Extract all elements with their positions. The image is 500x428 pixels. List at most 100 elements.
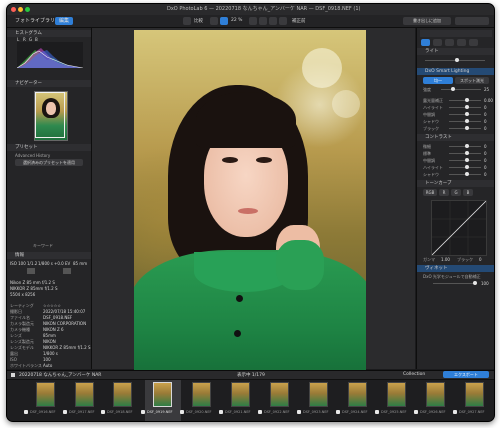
tab-photo-library[interactable]: フォトライブラリ	[11, 17, 59, 25]
slider-knob[interactable]	[465, 165, 469, 169]
contrast-value-3[interactable]: 0	[484, 165, 487, 170]
filmstrip-thumbnail[interactable]	[36, 382, 55, 407]
thumbnail-checkbox[interactable]	[414, 410, 418, 414]
color-tab-icon[interactable]	[433, 39, 442, 46]
filmstrip-thumbnail[interactable]	[426, 382, 445, 407]
zoom-level[interactable]: 22 %	[231, 18, 242, 23]
thumbnail-checkbox[interactable]	[297, 410, 301, 414]
slider-knob[interactable]	[465, 105, 469, 109]
slider-knob[interactable]	[465, 112, 469, 116]
curve-control-value-1[interactable]: 0	[479, 257, 482, 262]
contrast-slider-2[interactable]	[449, 158, 481, 162]
before-after-button[interactable]: 補正前	[292, 18, 306, 24]
grid-icon[interactable]	[259, 17, 267, 25]
intensity-slider[interactable]	[441, 87, 481, 91]
thumbnail-checkbox[interactable]	[63, 410, 67, 414]
thumbnail-checkbox[interactable]	[101, 410, 105, 414]
info-header[interactable]: 情報	[7, 252, 91, 259]
filmstrip-thumbnail[interactable]	[231, 382, 250, 407]
curve-channel-g[interactable]: G	[451, 189, 461, 196]
contrast-value-4[interactable]: 0	[484, 172, 487, 177]
local-tab-icon[interactable]	[469, 39, 478, 46]
slider-knob[interactable]	[465, 158, 469, 162]
geometry-tab-icon[interactable]	[457, 39, 466, 46]
tone-value-3[interactable]: 0	[484, 119, 487, 124]
compare-button[interactable]: 比較	[194, 18, 203, 24]
curve-channel-r[interactable]: R	[439, 189, 449, 196]
slider-knob[interactable]	[465, 119, 469, 123]
contrast-value-2[interactable]: 0	[484, 158, 487, 163]
vignetting-intensity[interactable]: 100	[481, 281, 489, 286]
brush-icon[interactable]	[269, 17, 277, 25]
thumbnail-checkbox[interactable]	[336, 410, 340, 414]
slider-knob[interactable]	[465, 172, 469, 176]
tone-curve-header[interactable]: トーンカーブ	[417, 180, 494, 187]
vignetting-header[interactable]: ヴィネット	[417, 265, 494, 272]
vignetting-source[interactable]: DxO 光学モジュールで自動補正	[423, 274, 481, 280]
exposure-slider[interactable]	[425, 58, 485, 62]
contrast-slider-1[interactable]	[449, 151, 481, 155]
filmstrip-thumbnail[interactable]	[309, 382, 328, 407]
slider-knob[interactable]	[465, 144, 469, 148]
crop-icon[interactable]	[183, 17, 191, 25]
contrast-value-1[interactable]: 0	[484, 151, 487, 156]
meta-value-0[interactable]: ☆☆☆☆☆	[43, 303, 61, 308]
rotate-icon[interactable]	[210, 17, 218, 25]
add-to-export-button[interactable]: 書き出しに追加	[403, 17, 451, 25]
filmstrip-thumbnail[interactable]	[387, 382, 406, 407]
curve-control-value-0[interactable]: 1.00	[441, 257, 450, 262]
image-viewer[interactable]	[92, 28, 415, 370]
presets-header[interactable]: プリセット	[7, 144, 91, 151]
mask-icon[interactable]	[279, 17, 287, 25]
contrast-slider-0[interactable]	[449, 144, 481, 148]
vignetting-slider[interactable]	[433, 281, 477, 285]
navigator-viewport-frame[interactable]	[35, 92, 65, 138]
light-section-header[interactable]: ライト	[417, 48, 494, 55]
workspace-button[interactable]	[455, 17, 489, 25]
contrast-header[interactable]: コントラスト	[417, 134, 494, 141]
tone-slider-4[interactable]	[449, 126, 481, 130]
collection-button[interactable]: Collection	[403, 372, 425, 377]
tone-value-1[interactable]: 0	[484, 105, 487, 110]
contrast-value-0[interactable]: 0	[484, 144, 487, 149]
folder-icon[interactable]	[11, 373, 15, 377]
intensity-value[interactable]: 25	[484, 87, 489, 92]
minimize-window-button[interactable]	[18, 7, 23, 12]
slider-knob[interactable]	[465, 98, 469, 102]
smart-lighting-header[interactable]: DxO Smart Lighting	[417, 68, 494, 75]
filmstrip-thumbnail-selected[interactable]	[153, 382, 172, 407]
tone-value-2[interactable]: 0	[484, 112, 487, 117]
export-button[interactable]: エクスポート	[443, 371, 489, 378]
light-tab-icon[interactable]	[421, 39, 430, 46]
filmstrip-thumbnail[interactable]	[465, 382, 484, 407]
loupe-icon[interactable]	[249, 17, 257, 25]
tone-slider-0[interactable]	[449, 98, 481, 102]
curve-channel-rgb[interactable]: RGB	[423, 189, 437, 196]
spot-weighted-button[interactable]: スポット測光	[455, 77, 489, 84]
tone-value-0[interactable]: 0.00	[484, 98, 493, 103]
slider-knob[interactable]	[455, 58, 459, 62]
thumbnail-checkbox[interactable]	[141, 410, 145, 414]
search-bar[interactable]	[420, 30, 492, 37]
thumbnail-checkbox[interactable]	[180, 410, 184, 414]
thumbnail-checkbox[interactable]	[453, 410, 457, 414]
fit-view-icon[interactable]	[220, 17, 228, 25]
folder-path[interactable]: 20220718 なんちゃん_アンバーケ NAR	[19, 372, 101, 378]
filmstrip-thumbnail[interactable]	[192, 382, 211, 407]
slider-knob[interactable]	[451, 87, 455, 91]
tone-slider-3[interactable]	[449, 119, 481, 123]
slider-knob[interactable]	[473, 281, 477, 285]
filmstrip-thumbnail[interactable]	[75, 382, 94, 407]
contrast-slider-4[interactable]	[449, 172, 481, 176]
histogram-header[interactable]: ヒストグラム	[7, 30, 91, 37]
tone-curve-graph[interactable]	[431, 200, 487, 256]
thumbnail-checkbox[interactable]	[375, 410, 379, 414]
filmstrip-thumbnail[interactable]	[270, 382, 289, 407]
navigator-preview[interactable]	[34, 91, 68, 141]
tone-slider-1[interactable]	[449, 105, 481, 109]
slider-knob[interactable]	[465, 126, 469, 130]
thumbnail-checkbox[interactable]	[219, 410, 223, 414]
tone-slider-2[interactable]	[449, 112, 481, 116]
apply-preset-button[interactable]: 選択済みのプリセットを適用	[15, 159, 83, 166]
advanced-history-label[interactable]: Advanced History	[15, 153, 50, 158]
